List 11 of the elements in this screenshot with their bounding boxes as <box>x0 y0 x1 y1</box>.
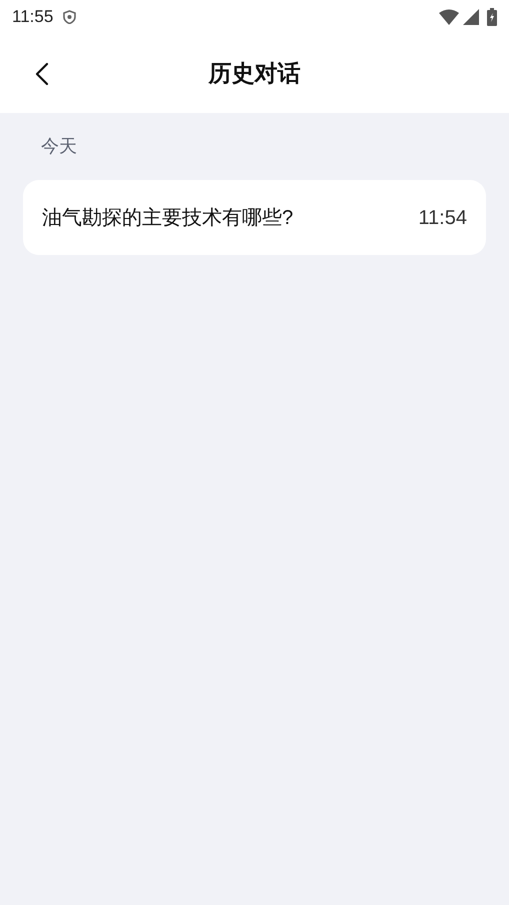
page-title: 历史对话 <box>208 59 300 88</box>
battery-icon <box>487 8 497 26</box>
back-icon <box>35 62 49 86</box>
wifi-icon <box>439 9 459 25</box>
status-time: 11:55 <box>12 6 54 28</box>
shield-icon <box>63 10 76 24</box>
section-label: 今天 <box>41 135 78 158</box>
conversation-title: 油气勘探的主要技术有哪些? <box>42 206 294 230</box>
history-item[interactable]: 油气勘探的主要技术有哪些? 11:54 <box>23 180 486 255</box>
conversation-time: 11:54 <box>418 206 467 230</box>
signal-icon <box>463 9 479 25</box>
